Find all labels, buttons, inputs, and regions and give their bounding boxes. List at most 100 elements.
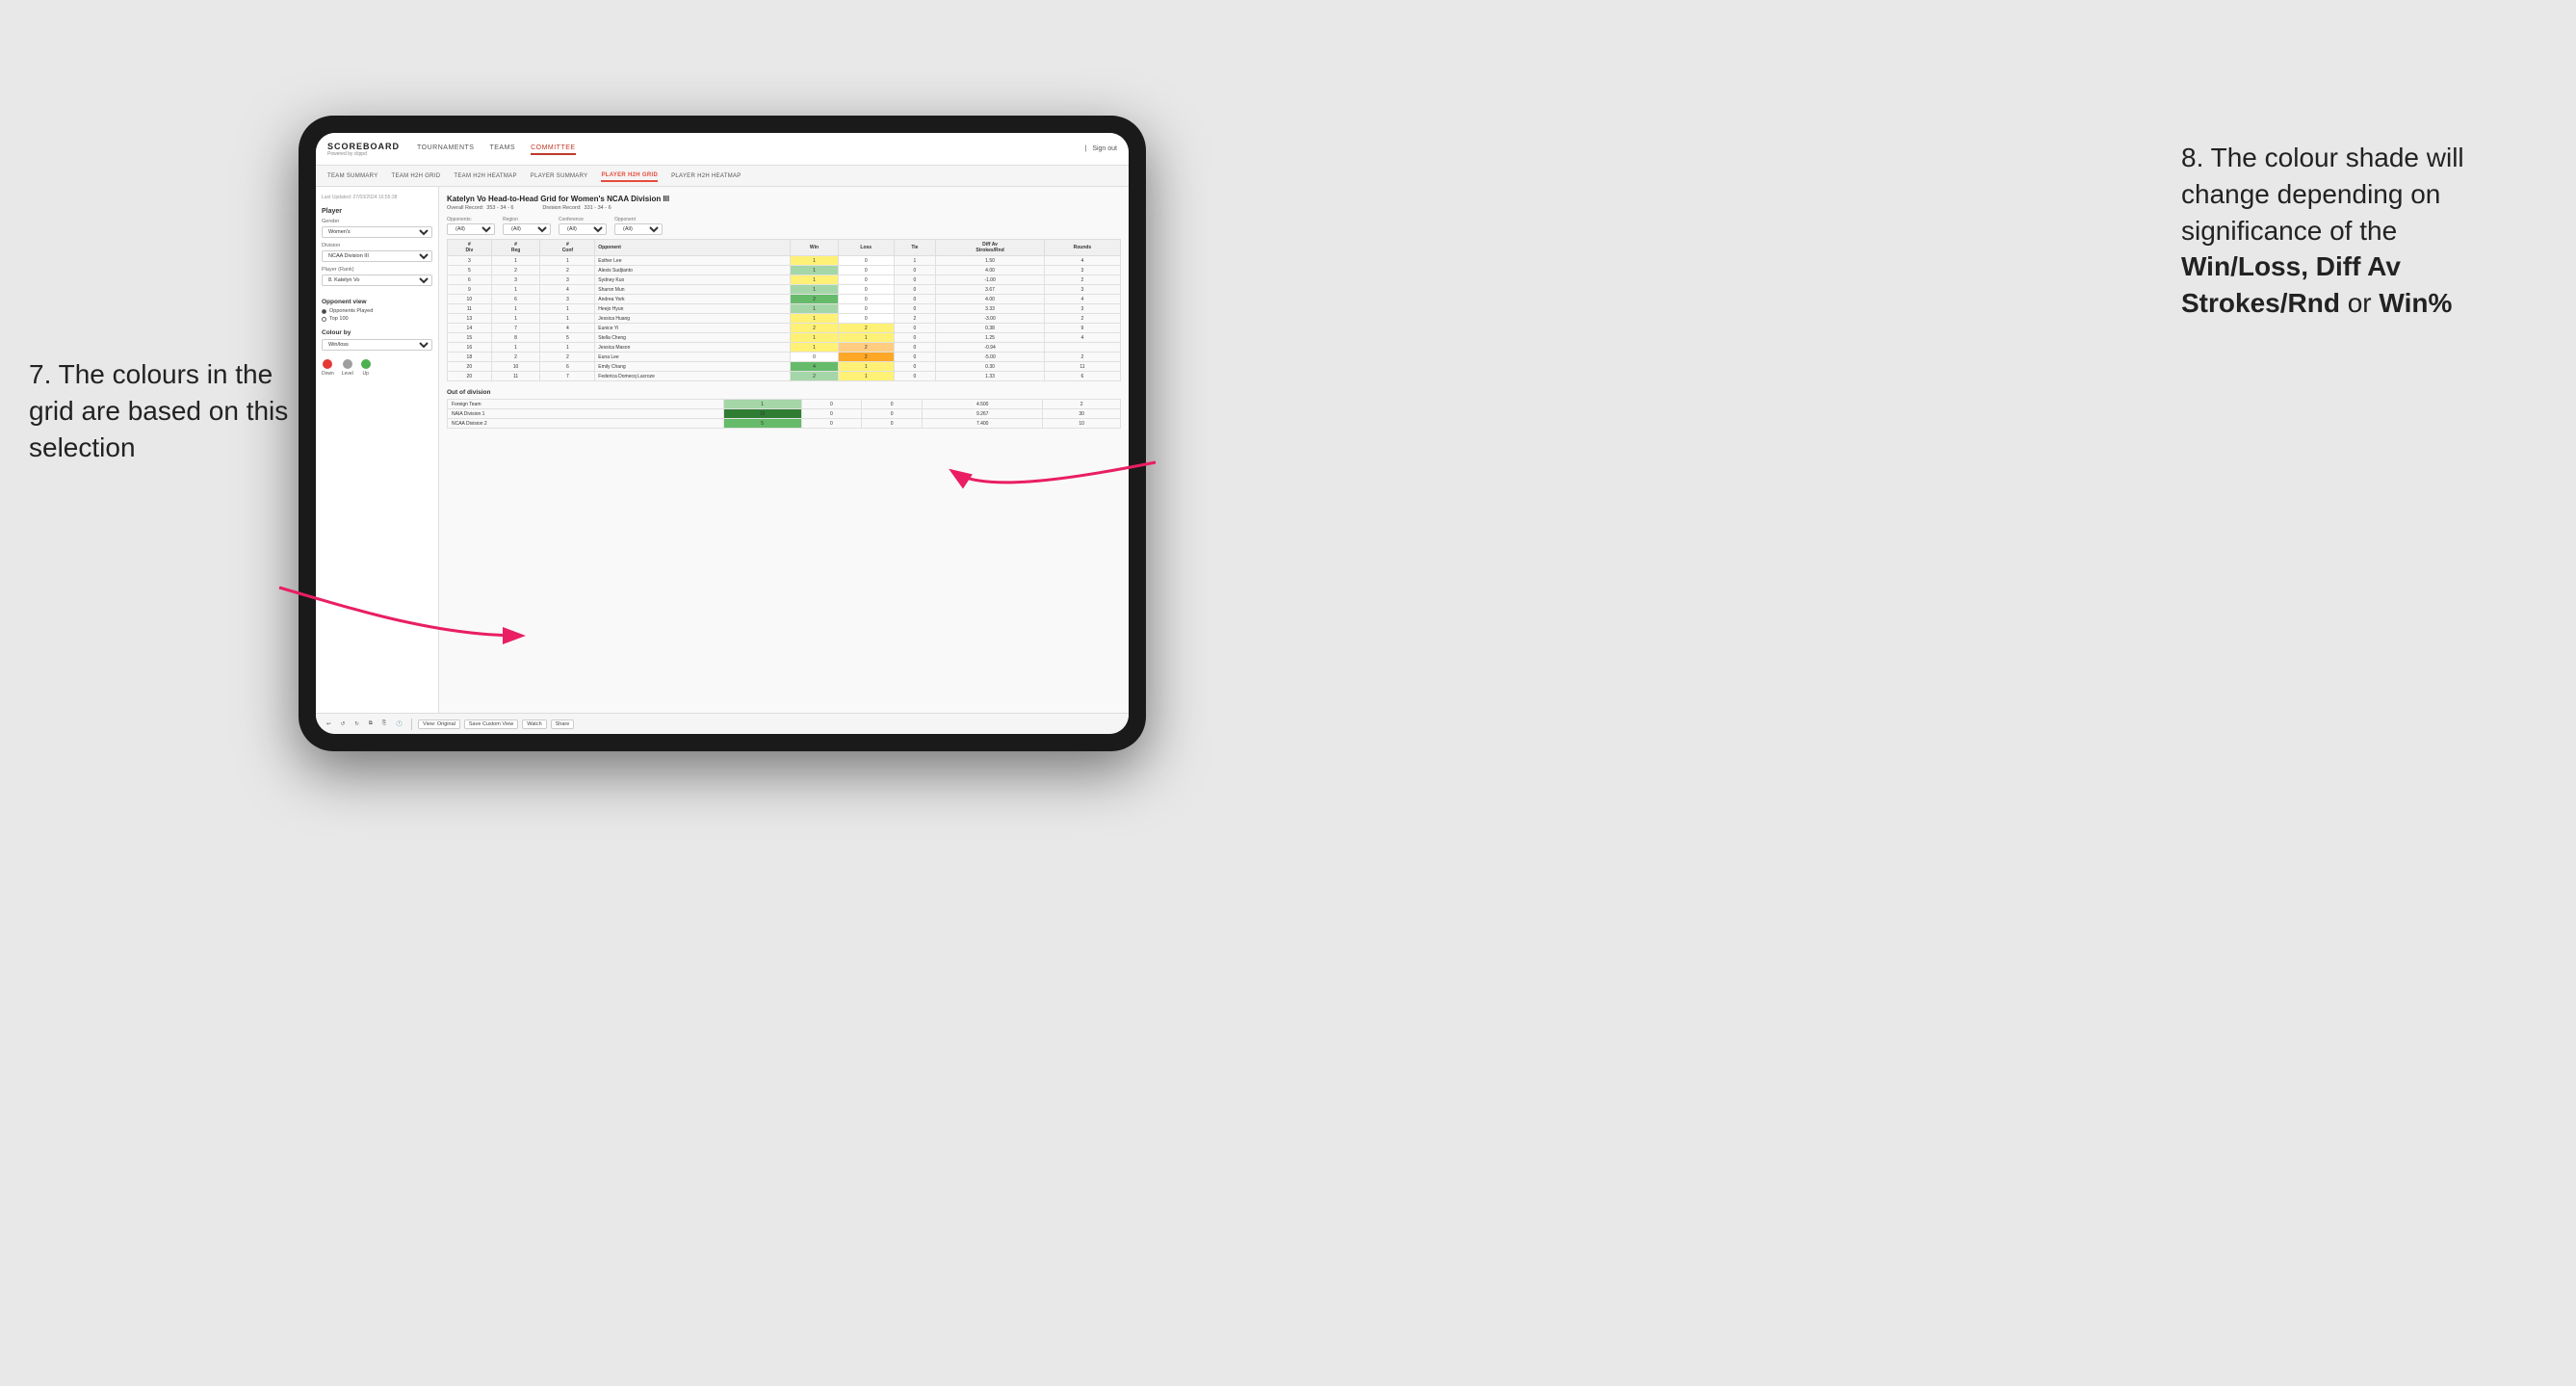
logo-title: SCOREBOARD (327, 142, 400, 151)
timestamp: Last Updated: 27/03/2024 16:55:38 (322, 195, 432, 200)
legend-down: Down (322, 359, 334, 377)
legend-dot-down (323, 359, 332, 369)
sign-out-link[interactable]: Sign out (1092, 145, 1117, 152)
opponent-view-title: Opponent view (322, 299, 432, 305)
legend-up: Up (361, 359, 371, 377)
filter-region: Region (All) (503, 217, 551, 235)
radio-dot-top100 (322, 317, 326, 322)
watch-btn[interactable]: Watch (522, 719, 546, 729)
main-content: Last Updated: 27/03/2024 16:55:38 Player… (316, 187, 1129, 713)
ood-table-row: NCAA Division 2 5 0 0 7.400 10 (448, 419, 1121, 429)
logo-area: SCOREBOARD Powered by clippd (327, 142, 400, 157)
player-rank-select[interactable]: 8. Katelyn Vo (322, 275, 432, 286)
table-row: 18 2 2 Euna Lee 0 2 0 -5.00 2 (448, 353, 1121, 362)
radio-label-top100: Top 100 (329, 316, 349, 322)
filter-region-label: Region (503, 217, 551, 222)
division-label: Division (322, 243, 432, 248)
col-header-reg: #Reg (491, 240, 540, 256)
radio-label-opponents: Opponents Played (329, 308, 373, 314)
colour-by-select[interactable]: Win/loss (322, 339, 432, 351)
filter-opponent-label: Opponent (614, 217, 663, 222)
save-custom-btn[interactable]: Save Custom View (464, 719, 518, 729)
filter-opponent: Opponent (All) (614, 217, 663, 235)
gender-select[interactable]: Women's (322, 226, 432, 238)
ood-table-row: NAIA Division 1 15 0 0 9.267 30 (448, 409, 1121, 419)
subnav-team-h2h-grid[interactable]: TEAM H2H GRID (392, 171, 441, 181)
filter-opponents: Opponents: (All) (447, 217, 495, 235)
player-section-title: Player (322, 208, 432, 215)
table-row: 14 7 4 Eunice Yi 2 2 0 0.38 9 (448, 324, 1121, 333)
player-rank-label: Player (Rank) (322, 267, 432, 273)
table-row: 9 1 4 Sharon Mun 1 0 0 3.67 3 (448, 285, 1121, 295)
legend-text-up: Up (363, 371, 369, 377)
table-row: 11 1 1 Heejo Hyun 1 0 0 3.33 3 (448, 304, 1121, 314)
table-row: 13 1 1 Jessica Huang 1 0 2 -3.00 2 (448, 314, 1121, 324)
table-row: 10 6 3 Andrea York 2 0 0 4.00 4 (448, 295, 1121, 304)
table-row: 5 2 2 Alexis Sudjianto 1 0 0 4.00 3 (448, 266, 1121, 275)
undo-btn[interactable]: ↩ (324, 720, 334, 728)
radio-top100[interactable]: Top 100 (322, 316, 432, 322)
gender-label: Gender (322, 219, 432, 224)
col-header-conf: #Conf (540, 240, 595, 256)
col-header-tie: Tie (894, 240, 936, 256)
nav-item-teams[interactable]: TEAMS (489, 143, 515, 155)
logo-subtitle: Powered by clippd (327, 151, 400, 157)
filter-conference-select[interactable]: (All) (559, 223, 607, 235)
legend-level: Level (342, 359, 353, 377)
paste-btn[interactable]: ⎘ (379, 719, 389, 728)
table-row: 16 1 1 Jessica Mason 1 2 0 -0.94 (448, 343, 1121, 353)
nav-separator: | (1084, 145, 1086, 152)
out-of-division-table: Foreign Team 1 0 0 4.500 2 NAIA Division… (447, 399, 1121, 429)
col-header-opponent: Opponent (595, 240, 791, 256)
filters-row: Opponents: (All) Region (All) Conference (447, 217, 1121, 235)
filter-opponents-select[interactable]: (All) (447, 223, 495, 235)
table-row: 15 8 5 Stella Cheng 1 1 0 1.25 4 (448, 333, 1121, 343)
legend-dot-level (343, 359, 352, 369)
right-content: Katelyn Vo Head-to-Head Grid for Women's… (439, 187, 1129, 713)
division-record: Division Record: 331 - 34 - 6 (542, 205, 611, 211)
division-select[interactable]: NCAA Division III (322, 250, 432, 262)
subnav-team-h2h-heatmap[interactable]: TEAM H2H HEATMAP (454, 171, 516, 181)
table-row: 20 11 7 Federica Domecq Lacroze 2 1 0 1.… (448, 372, 1121, 381)
overall-record: Overall Record: 353 - 34 - 6 (447, 205, 513, 211)
col-header-loss: Loss (838, 240, 894, 256)
legend-dot-up (361, 359, 371, 369)
subnav-player-h2h-grid[interactable]: PLAYER H2H GRID (601, 170, 658, 182)
redo1-btn[interactable]: ↺ (338, 720, 349, 728)
grid-subtitle: Overall Record: 353 - 34 - 6 Division Re… (447, 205, 1121, 211)
nav-bar: SCOREBOARD Powered by clippd TOURNAMENTS… (316, 133, 1129, 166)
subnav-player-h2h-heatmap[interactable]: PLAYER H2H HEATMAP (671, 171, 742, 181)
annotation-left-text: 7. The colours in the grid are based on … (29, 359, 288, 462)
radio-dot-opponents (322, 309, 326, 314)
nav-items: TOURNAMENTS TEAMS COMMITTEE (417, 143, 1084, 155)
annotation-right: 8. The colour shade will change dependin… (2181, 140, 2547, 322)
colour-by-label: Colour by (322, 329, 432, 336)
filter-opponent-select[interactable]: (All) (614, 223, 663, 235)
copy-btn[interactable]: ⧉ (366, 719, 376, 728)
clock-btn[interactable]: 🕐 (393, 720, 405, 728)
nav-item-committee[interactable]: COMMITTEE (531, 143, 576, 155)
left-panel: Last Updated: 27/03/2024 16:55:38 Player… (316, 187, 439, 713)
redo2-btn[interactable]: ↻ (351, 720, 362, 728)
filter-region-select[interactable]: (All) (503, 223, 551, 235)
annotation-left: 7. The colours in the grid are based on … (29, 356, 289, 465)
filter-opponents-label: Opponents: (447, 217, 495, 222)
nav-right: | Sign out (1084, 145, 1117, 152)
subnav-team-summary[interactable]: TEAM SUMMARY (327, 171, 378, 181)
view-original-btn[interactable]: View: Original (418, 719, 460, 729)
ood-table-row: Foreign Team 1 0 0 4.500 2 (448, 400, 1121, 409)
toolbar: ↩ ↺ ↻ ⧉ ⎘ 🕐 View: Original Save Custom V… (316, 713, 1129, 734)
out-of-division-title: Out of division (447, 389, 1121, 396)
radio-opponents-played[interactable]: Opponents Played (322, 308, 432, 314)
col-header-win: Win (791, 240, 839, 256)
filter-conference: Conference (All) (559, 217, 607, 235)
annotation-right-text: 8. The colour shade will change dependin… (2181, 143, 2464, 318)
main-data-table: #Div #Reg #Conf Opponent Win Loss Tie Di… (447, 239, 1121, 381)
tablet-screen: SCOREBOARD Powered by clippd TOURNAMENTS… (316, 133, 1129, 734)
legend-text-level: Level (342, 371, 353, 377)
nav-item-tournaments[interactable]: TOURNAMENTS (417, 143, 474, 155)
legend-row: Down Level Up (322, 359, 432, 377)
share-btn[interactable]: Share (551, 719, 575, 729)
table-row: 6 3 3 Sydney Kuo 1 0 0 -1.00 2 (448, 275, 1121, 285)
subnav-player-summary[interactable]: PLAYER SUMMARY (531, 171, 588, 181)
